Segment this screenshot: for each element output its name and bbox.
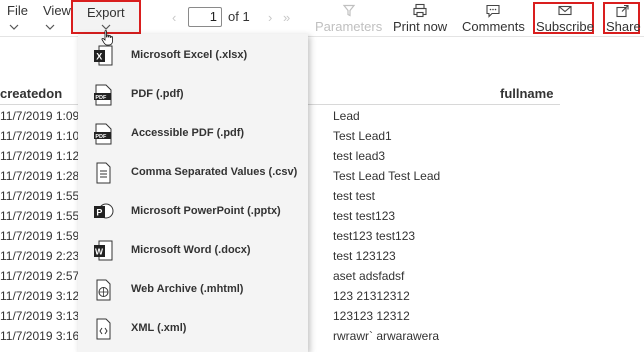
export-word-item[interactable]: W Microsoft Word (.docx) (78, 232, 308, 270)
export-menu-label: Export (87, 5, 125, 20)
hand-cursor-icon (101, 30, 113, 46)
table-cell-fullname: Lead (333, 109, 360, 123)
table-cell-createdon: 11/7/2019 1:12: (0, 149, 83, 163)
table-cell-createdon: 11/7/2019 1:55: (0, 189, 83, 203)
file-menu-label: File (7, 3, 28, 18)
export-item-label: PDF (.pdf) (131, 88, 184, 100)
csv-icon (96, 162, 111, 184)
parameters-label: Parameters (315, 19, 383, 34)
svg-text:W: W (95, 247, 104, 257)
web-archive-icon (96, 279, 111, 301)
report-toolbar: File View Export ‹ 1 of 1 › » Parameters… (0, 0, 644, 37)
export-item-label: XML (.xml) (131, 322, 187, 334)
table-cell-createdon: 11/7/2019 3:16: (0, 329, 83, 343)
page-number-input[interactable]: 1 (188, 7, 222, 27)
view-menu-label: View (43, 3, 71, 18)
chevron-down-icon (45, 24, 55, 30)
column-header-createdon[interactable]: createdon (0, 86, 62, 101)
word-icon: W (94, 240, 113, 261)
table-cell-createdon: 11/7/2019 1:59: (0, 229, 83, 243)
view-menu[interactable]: View (43, 3, 71, 34)
export-item-label: Microsoft Excel (.xlsx) (131, 49, 248, 61)
export-item-label: Comma Separated Values (.csv) (131, 166, 298, 178)
table-cell-createdon: 11/7/2019 1:55: (0, 209, 83, 223)
next-page-icon[interactable]: › (268, 10, 272, 25)
export-xml-item[interactable]: XML (.xml) (78, 310, 308, 348)
table-cell-createdon: 11/7/2019 1:10: (0, 129, 83, 143)
table-cell-fullname: rwrawr` arwarawera (333, 329, 440, 343)
export-dropdown-menu: X Microsoft Excel (.xlsx) PDF PDF (.pdf)… (78, 34, 308, 352)
xml-icon (96, 318, 111, 340)
print-now-label: Print now (393, 19, 448, 34)
table-cell-fullname: aset adsfadsf (333, 269, 405, 283)
export-csv-item[interactable]: Comma Separated Values (.csv) (78, 154, 308, 192)
table-cell-createdon: 11/7/2019 1:09: (0, 109, 83, 123)
powerpoint-icon: P (94, 203, 114, 219)
export-powerpoint-item[interactable]: P Microsoft PowerPoint (.pptx) (78, 193, 308, 231)
comment-icon (486, 4, 500, 18)
svg-text:X: X (96, 52, 102, 62)
printer-icon (413, 3, 427, 18)
parameters-button[interactable]: Parameters (315, 2, 382, 34)
share-icon (616, 4, 629, 18)
table-cell-createdon: 11/7/2019 3:12: (0, 289, 83, 303)
svg-text:P: P (96, 208, 102, 218)
share-button[interactable]: Share (606, 2, 641, 34)
table-cell-fullname: 123123 12312 (333, 309, 410, 323)
subscribe-label: Subscribe (536, 19, 594, 34)
table-cell-fullname: test 123123 (333, 249, 396, 263)
export-accessible-pdf-item[interactable]: PDF Accessible PDF (.pdf) (78, 115, 308, 153)
comments-button[interactable]: Comments (462, 2, 525, 34)
chevron-down-icon (9, 24, 19, 30)
column-header-fullname[interactable]: fullname (500, 86, 553, 101)
file-menu[interactable]: File (7, 3, 28, 34)
table-cell-fullname: test lead3 (333, 149, 386, 163)
svg-text:PDF: PDF (95, 134, 107, 140)
table-cell-fullname: Test Lead1 (333, 129, 392, 143)
share-label: Share (606, 19, 641, 34)
pdf-icon: PDF (94, 84, 112, 106)
table-cell-createdon: 11/7/2019 1:28: (0, 169, 83, 183)
table-cell-fullname: 123 21312312 (333, 289, 410, 303)
page-count: of 1 (228, 9, 250, 24)
excel-icon: X (94, 45, 113, 66)
table-cell-fullname: Test Lead Test Lead (333, 169, 441, 183)
export-menu-button[interactable]: Export (71, 0, 141, 34)
svg-text:PDF: PDF (95, 95, 107, 101)
comments-label: Comments (462, 19, 525, 34)
table-cell-createdon: 11/7/2019 2:57: (0, 269, 83, 283)
table-cell-createdon: 11/7/2019 3:13: (0, 309, 83, 323)
export-item-label: Web Archive (.mhtml) (131, 283, 244, 295)
table-cell-fullname: test test123 (333, 209, 396, 223)
previous-page-icon[interactable]: ‹ (172, 10, 176, 25)
table-cell-createdon: 11/7/2019 2:23: (0, 249, 83, 263)
accessible-pdf-icon: PDF (94, 123, 112, 145)
mail-icon (558, 5, 572, 16)
export-item-label: Microsoft Word (.docx) (131, 244, 251, 256)
last-page-icon[interactable]: » (283, 10, 290, 25)
subscribe-button[interactable]: Subscribe (536, 2, 594, 34)
export-item-label: Microsoft PowerPoint (.pptx) (131, 205, 281, 217)
export-item-label: Accessible PDF (.pdf) (131, 127, 245, 139)
table-cell-fullname: test123 test123 (333, 229, 416, 243)
print-now-button[interactable]: Print now (393, 2, 447, 34)
filter-icon (342, 4, 355, 17)
table-cell-fullname: test test (333, 189, 376, 203)
export-web-archive-item[interactable]: Web Archive (.mhtml) (78, 271, 308, 309)
export-pdf-item[interactable]: PDF PDF (.pdf) (78, 76, 308, 114)
